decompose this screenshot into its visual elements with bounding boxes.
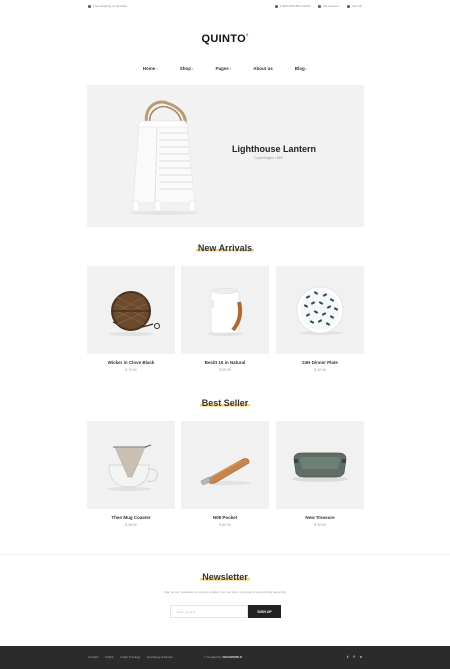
newsletter-description: Sign up our newsletter to receive update… xyxy=(164,590,286,594)
product-price: $ 38.00 xyxy=(125,523,137,527)
nav-pages[interactable]: Pages ▾ xyxy=(216,66,232,71)
product-price: $ 79.00 xyxy=(125,368,137,372)
facebook-icon[interactable]: f xyxy=(353,654,354,659)
email-input[interactable]: Enter email id xyxy=(170,605,248,618)
felt-tray-icon xyxy=(292,452,348,482)
lantern-icon xyxy=(130,100,198,215)
chevron-down-icon: ▾ xyxy=(229,66,232,71)
product-image-treasure[interactable] xyxy=(276,421,364,509)
product-name[interactable]: Wicker in Clove Black xyxy=(87,360,175,365)
chevron-down-icon: ▾ xyxy=(305,66,308,71)
cart-icon xyxy=(346,4,350,8)
product-image-coaster[interactable] xyxy=(87,421,175,509)
truck-icon xyxy=(88,4,91,8)
hero-banner[interactable]: Lighthouse Lantern Copenhagen / €69 xyxy=(87,85,364,227)
product-name[interactable]: 24H Dinner Plate xyxy=(276,360,364,365)
chevron-down-icon: ▾ xyxy=(156,66,158,71)
best-seller-title: Best Seller xyxy=(199,398,251,408)
wicker-bag-icon xyxy=(109,291,160,336)
footer-credit: © Created by NOVAWORLD xyxy=(204,655,243,659)
product-price: $ 80.00 xyxy=(219,523,231,527)
site-logo[interactable]: QUINTO® xyxy=(0,33,450,45)
new-arrivals-title: New Arrivals xyxy=(195,243,255,253)
nav-home[interactable]: Home ▾ xyxy=(143,66,158,71)
social-links: t f v xyxy=(347,654,362,659)
ceramic-jar-icon xyxy=(207,288,243,336)
footer-link-exchange-return[interactable]: Exchange & Return xyxy=(147,655,173,659)
nav-about[interactable]: About us xyxy=(253,66,273,71)
product-name[interactable]: N08 Pocket xyxy=(181,515,269,520)
user-icon xyxy=(318,4,322,8)
footer: Contact FAQS Order Tracking Exchange & R… xyxy=(0,646,450,669)
product-price: $ 29.00 xyxy=(219,368,231,372)
twitter-icon[interactable]: t xyxy=(347,654,348,659)
product-image-besitt[interactable] xyxy=(181,266,269,354)
footer-link-order-tracking[interactable]: Order Tracking xyxy=(120,655,140,659)
pour-over-icon xyxy=(107,444,158,491)
cart-link[interactable]: Cart (0) xyxy=(346,4,362,8)
phone-link[interactable]: 1-800-PRO-BUY-NOW xyxy=(274,4,310,8)
newsletter-title: Newsletter xyxy=(200,572,250,582)
product-image-plate[interactable] xyxy=(276,266,364,354)
chevron-down-icon: ▾ xyxy=(191,66,194,71)
vimeo-icon[interactable]: v xyxy=(360,654,362,659)
section-divider xyxy=(0,554,450,555)
top-bar: Free shipping on all order 1-800-PRO-BUY… xyxy=(0,0,450,12)
phone-icon xyxy=(274,4,278,8)
pocket-knife-icon xyxy=(199,458,251,486)
hero-subtitle: Copenhagen / €69 xyxy=(254,156,283,160)
hero-title[interactable]: Lighthouse Lantern xyxy=(232,144,316,154)
product-price: $ 42.00 xyxy=(314,368,326,372)
product-image-pocket[interactable] xyxy=(181,421,269,509)
plate-icon xyxy=(296,286,344,335)
account-link[interactable]: My Account xyxy=(318,4,339,8)
main-nav: Home ▾ Shop ▾ Pages ▾ About us Blog ▾ xyxy=(0,66,450,71)
footer-link-contact[interactable]: Contact xyxy=(88,655,98,659)
nav-shop[interactable]: Shop ▾ xyxy=(180,66,194,71)
product-name[interactable]: New Treasure xyxy=(276,515,364,520)
nav-blog[interactable]: Blog ▾ xyxy=(295,66,308,71)
product-name[interactable]: Besitt 15 in Natural xyxy=(181,360,269,365)
shipping-note: Free shipping on all order xyxy=(88,4,127,8)
product-price: $ 92.00 xyxy=(314,523,326,527)
product-image-wicker[interactable] xyxy=(87,266,175,354)
signup-button[interactable]: SIGN UP xyxy=(248,605,281,618)
footer-link-faqs[interactable]: FAQS xyxy=(105,655,113,659)
product-name[interactable]: Theo Mug Coaster xyxy=(87,515,175,520)
